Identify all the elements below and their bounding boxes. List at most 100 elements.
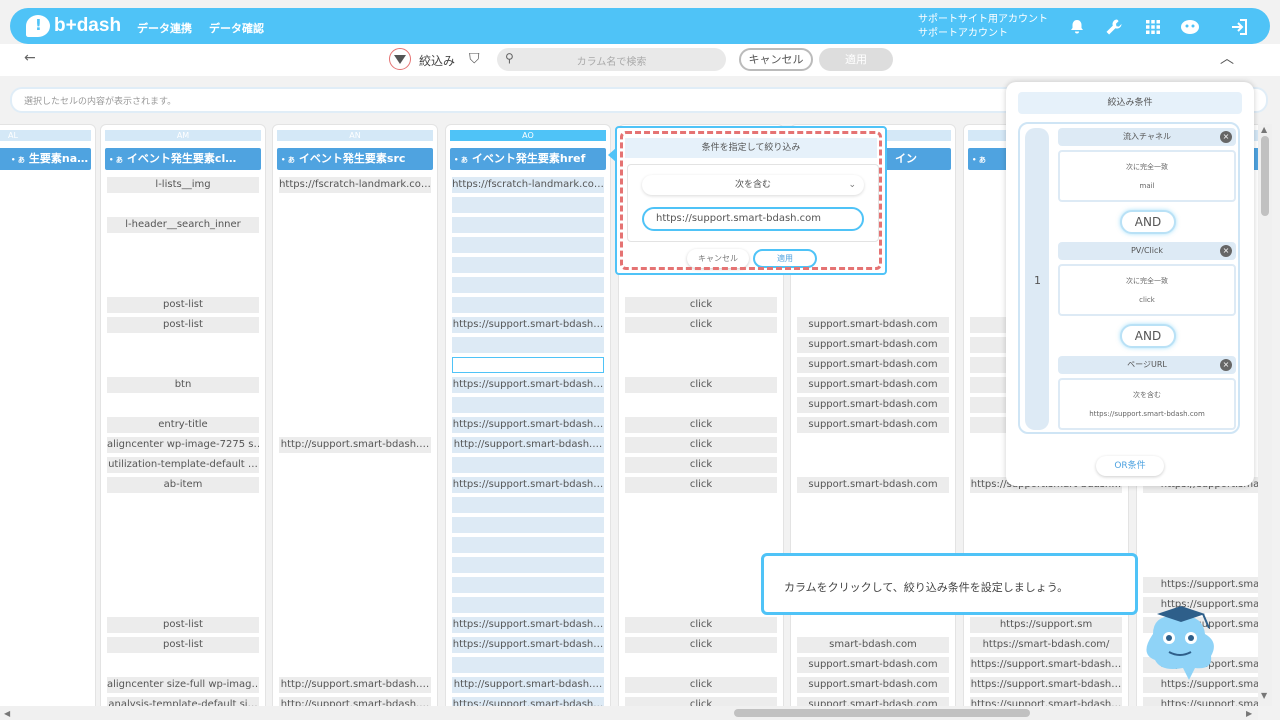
remove-condition-icon[interactable]: × — [1220, 359, 1232, 371]
grid-cell[interactable] — [279, 397, 431, 413]
column-header[interactable]: • あ生要素na… — [0, 148, 91, 170]
grid-cell[interactable] — [279, 537, 431, 553]
grid-cell[interactable] — [452, 297, 604, 313]
grid-cell[interactable] — [0, 657, 89, 673]
bell-icon[interactable] — [1067, 17, 1087, 37]
column-letter[interactable]: AO — [450, 130, 606, 141]
grid-cell[interactable] — [625, 537, 777, 553]
grid-cell[interactable] — [1143, 497, 1258, 513]
grid-cell[interactable] — [107, 497, 259, 513]
logout-icon[interactable] — [1230, 17, 1250, 37]
grid-cell[interactable] — [0, 277, 89, 293]
grid-cell[interactable] — [107, 537, 259, 553]
scroll-up-arrow-icon[interactable]: ▲ — [1261, 125, 1267, 134]
grid-cell[interactable] — [452, 337, 604, 353]
grid-cell[interactable]: smart-bdash.com — [797, 637, 949, 653]
grid-cell[interactable] — [625, 397, 777, 413]
grid-cell[interactable]: ab-item — [107, 477, 259, 493]
grid-cell[interactable]: support.smart-bdash.com — [797, 377, 949, 393]
grid-cell[interactable] — [452, 357, 604, 373]
scroll-left-arrow-icon[interactable]: ◀ — [4, 709, 10, 718]
grid-cell[interactable]: http://support.smart-bdash.… — [452, 437, 604, 453]
grid-cell[interactable] — [0, 577, 89, 593]
grid-cell[interactable] — [0, 297, 89, 313]
grid-cell[interactable] — [970, 497, 1122, 513]
grid-cell[interactable] — [625, 597, 777, 613]
grid-cell[interactable] — [625, 277, 777, 293]
grid-cell[interactable]: click — [625, 417, 777, 433]
grid-cell[interactable] — [0, 177, 89, 193]
grid-cell[interactable] — [279, 357, 431, 373]
wrench-icon[interactable] — [1104, 17, 1124, 37]
grid-cell[interactable]: click — [625, 317, 777, 333]
grid-cell[interactable] — [107, 597, 259, 613]
grid-cell[interactable] — [0, 437, 89, 453]
grid-cell[interactable]: post-list — [107, 617, 259, 633]
grid-cell[interactable] — [0, 417, 89, 433]
grid-cell[interactable]: click — [625, 437, 777, 453]
grid-cell[interactable] — [107, 657, 259, 673]
column-letter[interactable]: AL — [0, 130, 91, 141]
grid-cell[interactable] — [279, 217, 431, 233]
grid-cell[interactable] — [107, 557, 259, 573]
grid-cell[interactable]: https://fscratch-landmark.co… — [452, 177, 604, 193]
grid-cell[interactable] — [625, 357, 777, 373]
scroll-down-arrow-icon[interactable]: ▼ — [1261, 691, 1267, 700]
grid-cell[interactable] — [107, 357, 259, 373]
grid-cell[interactable]: click — [625, 377, 777, 393]
grid-cell[interactable]: http://support.smart-bdash.… — [279, 437, 431, 453]
grid-cell[interactable] — [107, 257, 259, 273]
grid-cell[interactable] — [279, 577, 431, 593]
nav-data-check[interactable]: データ確認 — [209, 20, 264, 36]
grid-cell[interactable]: l-lists__img — [107, 177, 259, 193]
grid-cell[interactable] — [970, 517, 1122, 533]
popup-apply-button[interactable]: 適用 — [753, 249, 817, 268]
grid-cell[interactable] — [452, 257, 604, 273]
grid-cell[interactable] — [797, 517, 949, 533]
column-letter[interactable]: AN — [277, 130, 433, 141]
grid-cell[interactable] — [0, 377, 89, 393]
grid-cell[interactable]: https://support.smart-bdash… — [452, 477, 604, 493]
grid-cell[interactable]: click — [625, 617, 777, 633]
grid-cell[interactable] — [279, 637, 431, 653]
account-info[interactable]: サポートサイト用アカウント サポートアカウント — [918, 13, 1048, 41]
grid-cell[interactable]: support.smart-bdash.com — [797, 337, 949, 353]
grid-cell[interactable] — [0, 557, 89, 573]
grid-cell[interactable] — [452, 517, 604, 533]
popup-cancel-button[interactable]: キャンセル — [687, 249, 749, 268]
bdash-logo[interactable]: b+dash — [26, 14, 121, 38]
cancel-button[interactable]: キャンセル — [739, 48, 813, 71]
grid-cell[interactable] — [797, 617, 949, 633]
column-search-input[interactable]: ⚲ カラム名で検索 — [497, 48, 726, 71]
grid-cell[interactable] — [0, 497, 89, 513]
grid-cell[interactable] — [1143, 557, 1258, 573]
grid-cell[interactable] — [279, 657, 431, 673]
grid-cell[interactable] — [107, 277, 259, 293]
grid-cell[interactable]: https://support.sm — [970, 617, 1122, 633]
grid-cell[interactable] — [279, 237, 431, 253]
grid-cell[interactable]: https://support.smart-bdash… — [452, 417, 604, 433]
grid-cell[interactable] — [0, 457, 89, 473]
grid-cell[interactable] — [279, 197, 431, 213]
back-arrow-icon[interactable]: ← — [24, 50, 36, 66]
grid-cell[interactable] — [970, 537, 1122, 553]
grid-cell[interactable]: support.smart-bdash.com — [797, 657, 949, 673]
grid-cell[interactable] — [0, 637, 89, 653]
grid-cell[interactable] — [0, 697, 89, 706]
grid-cell[interactable] — [0, 517, 89, 533]
grid-cell[interactable]: support.smart-bdash.com — [797, 677, 949, 693]
grid-cell[interactable] — [452, 497, 604, 513]
grid-cell[interactable] — [452, 537, 604, 553]
grid-cell[interactable] — [797, 537, 949, 553]
grid-cell[interactable]: support.smart-bdash.com — [797, 317, 949, 333]
grid-cell[interactable] — [107, 237, 259, 253]
grid-cell[interactable] — [279, 377, 431, 393]
grid-cell[interactable] — [452, 277, 604, 293]
grid-cell[interactable]: click — [625, 677, 777, 693]
grid-cell[interactable] — [279, 257, 431, 273]
grid-cell[interactable] — [279, 517, 431, 533]
grid-cell[interactable] — [625, 557, 777, 573]
grid-cell[interactable] — [452, 397, 604, 413]
grid-cell[interactable] — [0, 597, 89, 613]
grid-cell[interactable] — [0, 257, 89, 273]
